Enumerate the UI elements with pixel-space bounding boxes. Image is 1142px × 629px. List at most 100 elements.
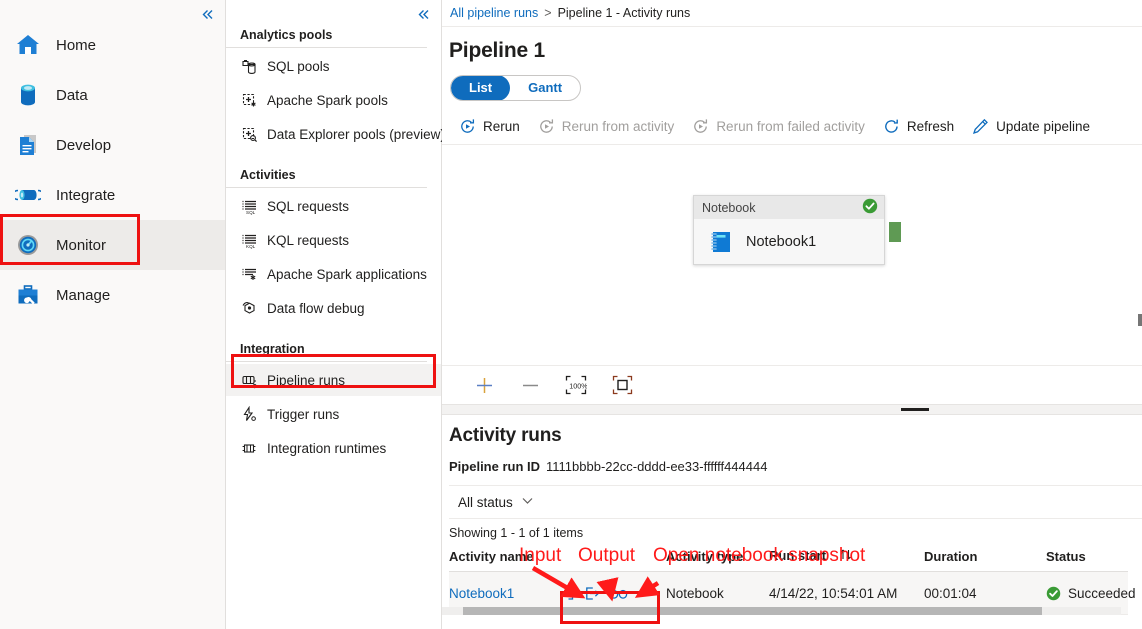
column-header-activity-type[interactable]: Activity type bbox=[666, 544, 769, 572]
nav-item-sql-pools[interactable]: SQL pools bbox=[226, 50, 441, 82]
nav-item-label: Integration runtimes bbox=[267, 441, 386, 456]
rerun-from-activity-button[interactable]: Rerun from activity bbox=[529, 111, 684, 141]
nav-item-apache-spark-applications[interactable]: Apache Spark applications bbox=[226, 258, 441, 290]
column-header-duration[interactable]: Duration bbox=[924, 544, 1046, 572]
trigger-runs-icon bbox=[240, 405, 258, 423]
breadcrumb-separator: > bbox=[544, 6, 551, 20]
zoom-out-button[interactable] bbox=[511, 370, 549, 400]
nav-item-trigger-runs[interactable]: Trigger runs bbox=[226, 398, 441, 430]
integration-runtimes-icon bbox=[240, 439, 258, 457]
refresh-button[interactable]: Refresh bbox=[874, 111, 963, 141]
nav-group-title: Integration bbox=[226, 342, 427, 362]
tab-gantt[interactable]: Gantt bbox=[510, 75, 580, 101]
canvas-toolbar: 100% bbox=[442, 365, 1142, 404]
fit-to-screen-icon bbox=[612, 375, 633, 395]
breadcrumb-all-pipeline-runs[interactable]: All pipeline runs bbox=[450, 6, 538, 20]
monitor-icon bbox=[14, 231, 42, 259]
collapse-nav-button[interactable] bbox=[411, 2, 435, 26]
nav-item-label: Trigger runs bbox=[267, 407, 339, 422]
app-root: Home Data bbox=[0, 0, 1142, 629]
nav-item-data-explorer-pools[interactable]: Data Explorer pools (preview) bbox=[226, 118, 441, 150]
node-header: Notebook bbox=[694, 196, 884, 219]
column-header-actions bbox=[553, 544, 666, 572]
pipeline-icon bbox=[14, 181, 42, 209]
sidebar-item-label: Monitor bbox=[56, 237, 106, 254]
nav-group-title: Activities bbox=[226, 168, 427, 188]
page-title: Pipeline 1 bbox=[442, 27, 1142, 63]
sidebar-item-data[interactable]: Data bbox=[0, 70, 225, 120]
zoom-in-button[interactable] bbox=[465, 370, 503, 400]
splitter-grip[interactable] bbox=[901, 408, 929, 411]
success-check-icon bbox=[862, 198, 878, 217]
collapse-rail-button[interactable] bbox=[195, 2, 219, 26]
spark-pool-icon bbox=[240, 91, 258, 109]
activity-name-link[interactable]: Notebook1 bbox=[449, 586, 514, 601]
nav-item-integration-runtimes[interactable]: Integration runtimes bbox=[226, 432, 441, 464]
node-name: Notebook1 bbox=[746, 234, 816, 250]
command-label: Rerun from failed activity bbox=[716, 119, 865, 134]
chevron-double-left-icon bbox=[417, 8, 430, 21]
sidebar-item-home[interactable]: Home bbox=[0, 20, 225, 70]
status-filter-dropdown[interactable]: All status bbox=[449, 495, 539, 510]
sidebar-item-monitor[interactable]: Monitor bbox=[0, 220, 225, 270]
rerun-activity-icon bbox=[538, 118, 555, 135]
panel-splitter[interactable] bbox=[442, 404, 1142, 415]
data-explorer-pool-icon bbox=[240, 125, 258, 143]
showing-count: Showing 1 - 1 of 1 items bbox=[449, 526, 1142, 540]
open-notebook-snapshot-icon[interactable] bbox=[605, 582, 631, 604]
nav-item-label: Data flow debug bbox=[267, 301, 365, 316]
pipeline-runs-icon bbox=[240, 371, 258, 389]
view-toggle[interactable]: List Gantt bbox=[450, 75, 581, 101]
nav-item-pipeline-runs[interactable]: Pipeline runs bbox=[226, 364, 441, 396]
sort-arrows-icon[interactable] bbox=[839, 548, 853, 564]
sidebar-item-manage[interactable]: Manage bbox=[0, 270, 225, 320]
output-icon[interactable] bbox=[579, 582, 605, 604]
nav-item-apache-spark-pools[interactable]: Apache Spark pools bbox=[226, 84, 441, 116]
toolbox-icon bbox=[14, 281, 42, 309]
table-hscrollbar-thumb[interactable] bbox=[463, 607, 1042, 615]
update-pipeline-button[interactable]: Update pipeline bbox=[963, 111, 1099, 141]
rerun-failed-icon bbox=[692, 118, 709, 135]
rerun-button[interactable]: Rerun bbox=[450, 111, 529, 141]
rail-item-list: Home Data bbox=[0, 0, 225, 320]
column-header-activity-name[interactable]: Activity name bbox=[449, 544, 553, 572]
nav-item-sql-requests[interactable]: SQL SQL requests bbox=[226, 190, 441, 222]
refresh-icon bbox=[883, 118, 900, 135]
pipeline-canvas[interactable]: Notebook bbox=[442, 145, 1142, 365]
command-label: Rerun bbox=[483, 119, 520, 134]
sidebar-item-label: Data bbox=[56, 87, 88, 104]
tab-list[interactable]: List bbox=[451, 75, 510, 101]
table-header-row: Activity name Activity type Run start bbox=[449, 544, 1128, 572]
notebook-icon bbox=[708, 229, 734, 255]
canvas-scroll-nub[interactable] bbox=[1138, 314, 1142, 326]
chevron-double-left-icon bbox=[201, 8, 214, 21]
nav-item-data-flow-debug[interactable]: Data flow debug bbox=[226, 292, 441, 324]
zoom-to-100-button[interactable]: 100% bbox=[557, 370, 595, 400]
nav-group-analytics-pools: Analytics pools SQL pools bbox=[226, 28, 441, 150]
column-header-status[interactable]: Status bbox=[1046, 544, 1128, 572]
monitor-nav-panel: Analytics pools SQL pools bbox=[226, 0, 442, 629]
activity-runs-title: Activity runs bbox=[449, 415, 1142, 447]
input-icon[interactable] bbox=[553, 582, 579, 604]
sidebar-item-label: Manage bbox=[56, 287, 110, 304]
nav-item-label: Data Explorer pools (preview) bbox=[267, 127, 445, 142]
nav-item-label: Pipeline runs bbox=[267, 373, 345, 388]
pipeline-node-notebook1[interactable]: Notebook bbox=[693, 195, 885, 265]
activity-runs-panel: Activity runs Pipeline run ID1111bbbb-22… bbox=[442, 415, 1142, 615]
status-badge: Succeeded bbox=[1068, 586, 1136, 601]
sidebar-item-label: Integrate bbox=[56, 187, 115, 204]
node-type-label: Notebook bbox=[702, 201, 756, 215]
sidebar-item-integrate[interactable]: Integrate bbox=[0, 170, 225, 220]
kql-request-icon: KQL bbox=[240, 231, 258, 249]
command-label: Refresh bbox=[907, 119, 954, 134]
sidebar-item-develop[interactable]: Develop bbox=[0, 120, 225, 170]
rerun-icon bbox=[459, 118, 476, 135]
rerun-from-failed-activity-button[interactable]: Rerun from failed activity bbox=[683, 111, 874, 141]
sql-request-icon: SQL bbox=[240, 197, 258, 215]
column-header-run-start[interactable]: Run start bbox=[769, 544, 924, 572]
column-header-run-start-label: Run start bbox=[769, 548, 826, 563]
nav-group-title: Analytics pools bbox=[226, 28, 427, 48]
node-output-port[interactable] bbox=[889, 222, 901, 242]
zoom-to-fit-button[interactable] bbox=[603, 370, 641, 400]
nav-item-kql-requests[interactable]: KQL KQL requests bbox=[226, 224, 441, 256]
